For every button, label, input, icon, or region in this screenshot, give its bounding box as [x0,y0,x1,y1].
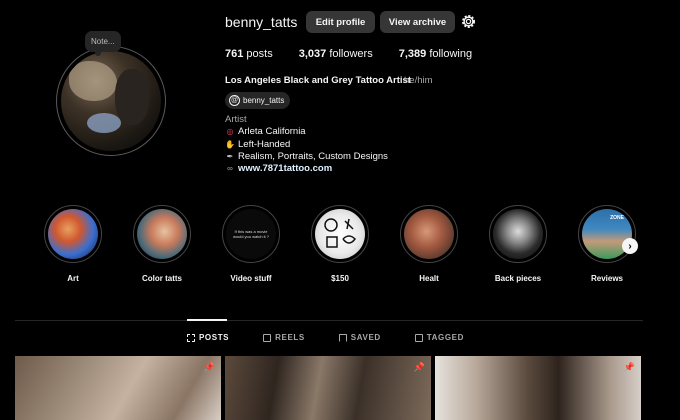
tab-reels[interactable]: REELS [263,333,305,342]
threads-handle: benny_tatts [243,96,285,105]
avatar-photo-detail [69,61,117,101]
edit-profile-button[interactable]: Edit profile [306,11,375,33]
pin-icon: ◎ [226,127,234,136]
pronouns: he/him [404,75,433,86]
highlight-cover [315,209,365,259]
chevron-right-icon[interactable]: › [622,238,638,254]
avatar-photo-detail [87,113,121,133]
highlight-cover [48,209,98,259]
posts-stat: 761 posts [225,48,273,60]
highlight-cover: If this was a movie would you watch it ? [226,209,276,259]
highlight-cover [404,209,454,259]
view-archive-button[interactable]: View archive [380,11,455,33]
followers-stat[interactable]: 3,037 followers [299,48,373,60]
needle-icon: ✒ [226,152,234,161]
highlight-healt[interactable]: Healt [394,205,464,283]
profile-stats: 761 posts 3,037 followers 7,389 followin… [225,48,472,60]
highlight-cover [493,209,543,259]
active-tab-indicator [187,319,227,321]
bio-name: Los Angeles Black and Grey Tattoo Artist [225,75,411,86]
username: benny_tatts [225,14,298,30]
pin-icon: 📌 [203,362,215,372]
threads-icon: @ [229,95,240,106]
tab-posts[interactable]: POSTS [187,333,229,342]
highlight-150[interactable]: $150 [305,205,375,283]
profile-avatar-ring[interactable] [56,46,166,156]
highlight-art[interactable]: Art [38,205,108,283]
note-bubble[interactable]: Note... [85,31,121,56]
gear-icon[interactable] [460,13,477,30]
bio-line: ✋ Left-Handed [225,139,291,150]
profile-tabs: POSTS REELS SAVED TAGGED [187,333,498,342]
link-icon: ∞ [227,164,233,173]
bio-line: ◎ Arleta California [226,126,306,137]
grid-icon [187,333,195,342]
bookmark-icon [338,333,347,342]
bio-line: ✒ Realism, Portraits, Custom Designs [226,151,388,162]
pin-icon: 📌 [413,362,425,372]
highlight-color-tatts[interactable]: Color tatts [127,205,197,283]
following-stat[interactable]: 7,389 following [399,48,472,60]
post-thumbnail[interactable]: 📌 [15,356,221,420]
hand-icon: ✋ [225,140,235,149]
bio-link[interactable]: ∞ www.7871tattoo.com [225,163,332,174]
post-thumbnail[interactable]: 📌 [435,356,641,420]
highlight-back-pieces[interactable]: Back pieces [483,205,553,283]
post-thumbnail[interactable]: 📌 [225,356,431,420]
pin-icon: 📌 [623,362,635,372]
highlight-cover [137,209,187,259]
reels-icon [263,333,272,342]
profile-category: Artist [225,114,247,125]
avatar-photo-detail [115,69,149,125]
tab-saved[interactable]: SAVED [338,333,381,342]
tabs-divider [15,320,643,321]
threads-badge[interactable]: @ benny_tatts [225,92,291,109]
tab-tagged[interactable]: TAGGED [414,333,464,342]
tag-user-icon [414,333,423,342]
flash-sheet-icon [324,218,356,248]
avatar[interactable] [61,51,161,151]
highlight-video-stuff[interactable]: If this was a movie would you watch it ?… [216,205,286,283]
